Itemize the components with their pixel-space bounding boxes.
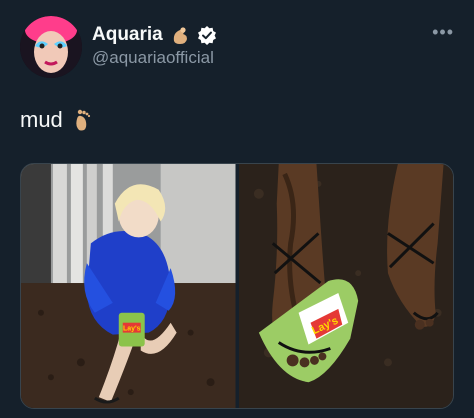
more-options-icon[interactable]: ••• (432, 22, 454, 43)
media-photo-1[interactable]: Lay's (21, 164, 236, 408)
author-name-row: Aquaria (92, 24, 217, 46)
verified-icon (197, 25, 217, 45)
avatar-image (20, 16, 82, 78)
media-grid: Lay's Lay's (20, 163, 454, 409)
photo-image: Lay's (238, 164, 453, 408)
media-photo-2[interactable]: Lay's (238, 164, 453, 408)
pinching-hand-icon (169, 24, 191, 46)
avatar[interactable] (20, 16, 82, 78)
chip-bag-label: Lay's (123, 326, 141, 333)
tweet-text-row: mud (20, 107, 95, 133)
display-name[interactable]: Aquaria (92, 24, 163, 46)
photo-image: Lay's (21, 164, 236, 408)
tweet-text: mud (20, 107, 63, 132)
author-handle[interactable]: @aquariaofficial (92, 48, 214, 68)
foot-icon (71, 108, 95, 132)
